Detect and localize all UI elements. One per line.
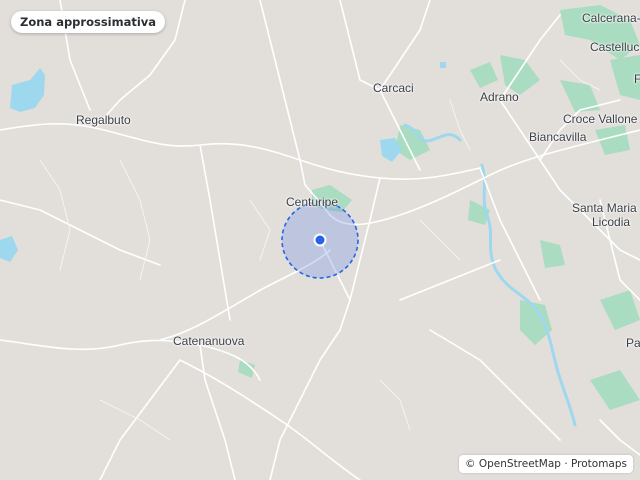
protomaps-attribution-link[interactable]: Protomaps bbox=[571, 458, 627, 470]
place-label-croce-vallone: Croce Vallone bbox=[563, 112, 638, 126]
map-canvas[interactable] bbox=[0, 0, 640, 480]
place-label-pa: Pa bbox=[626, 336, 640, 350]
place-label-catenanuova: Catenanuova bbox=[173, 334, 245, 348]
place-label-adrano: Adrano bbox=[480, 90, 519, 104]
place-label-biancavilla: Biancavilla bbox=[529, 130, 587, 144]
location-marker[interactable] bbox=[313, 233, 327, 247]
place-label-calcerana: Calcerana- bbox=[582, 11, 640, 25]
osm-attribution-link[interactable]: © OpenStreetMap bbox=[465, 458, 561, 470]
place-label-licodia: Licodia bbox=[592, 215, 631, 229]
place-label-centuripe: Centuripe bbox=[286, 195, 339, 209]
place-label-santa-maria: Santa Maria bbox=[572, 201, 637, 215]
map-attribution: © OpenStreetMap · Protomaps bbox=[459, 455, 633, 473]
place-label-regalbuto: Regalbuto bbox=[76, 113, 131, 127]
place-label-f: F bbox=[634, 72, 640, 86]
approximate-zone-badge: Zona approssimativa bbox=[11, 11, 166, 33]
place-label-castelluccio: Castelluc bbox=[590, 40, 640, 54]
place-label-carcaci: Carcaci bbox=[373, 81, 414, 95]
attribution-separator: · bbox=[564, 458, 568, 470]
